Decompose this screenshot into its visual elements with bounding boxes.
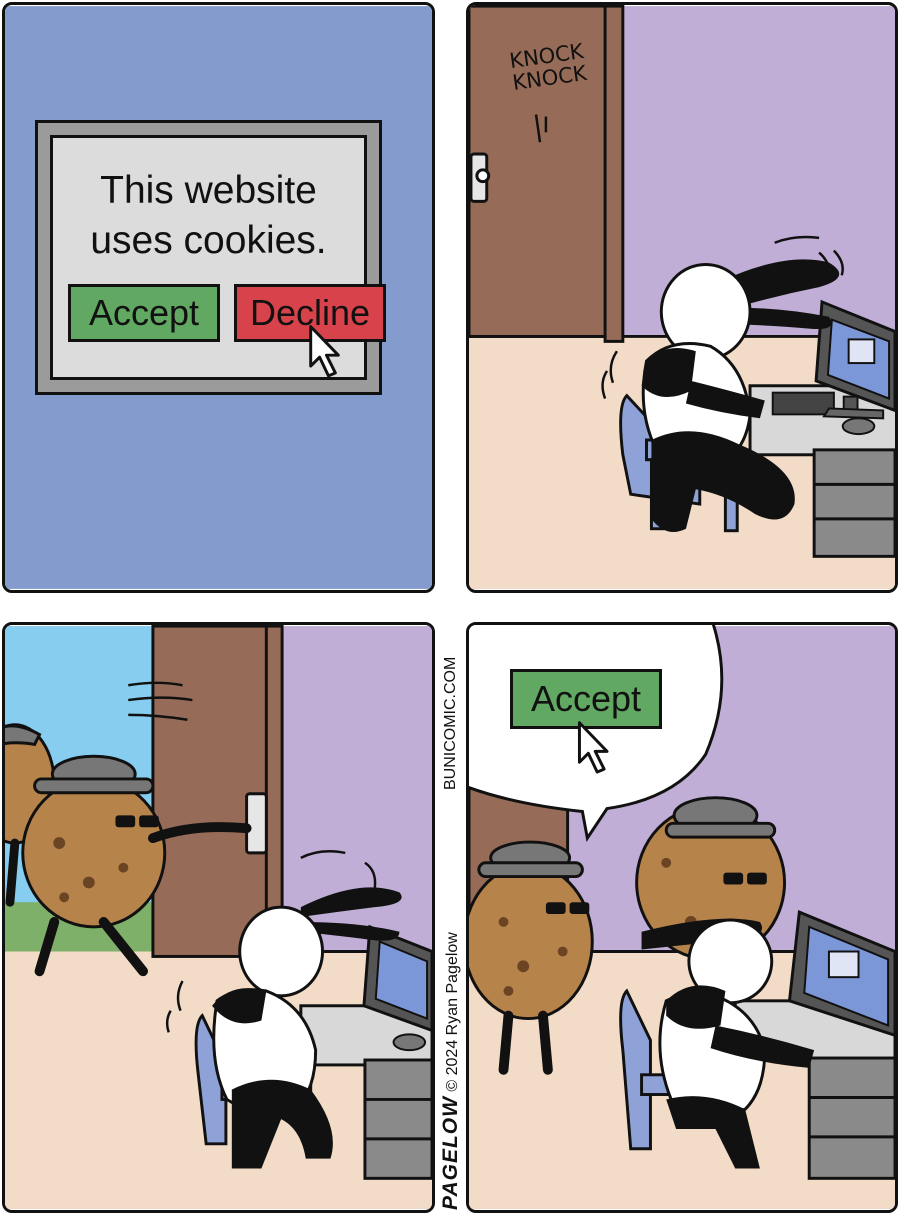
cookie-message: This website uses cookies. xyxy=(90,169,327,262)
panel-knock: KNOCK KNOCK xyxy=(466,2,898,593)
panel-forced-accept: Accept xyxy=(466,622,898,1213)
panel-cookies-enter xyxy=(2,622,435,1213)
cookie-dialog: This website uses cookies. Accept Declin… xyxy=(35,120,386,395)
panel2-scene xyxy=(469,5,895,589)
accept-button[interactable]: Accept xyxy=(68,284,220,342)
panel-cookie-popup: This website uses cookies. Accept Declin… xyxy=(2,2,435,593)
comic-credit: PAGELOW © 2024 Ryan Pagelow BUNICOMIC.CO… xyxy=(436,657,468,1210)
decline-button[interactable]: Decline xyxy=(234,284,386,342)
credit-copyright: © 2024 Ryan Pagelow xyxy=(444,932,461,1092)
credit-logo: PAGELOW xyxy=(439,1096,462,1210)
speech-accept-button[interactable]: Accept xyxy=(510,669,662,729)
cookie-dialog-body: This website uses cookies. Accept Declin… xyxy=(50,135,386,380)
panel3-scene xyxy=(5,625,432,1209)
credit-website: BUNICOMIC.COM xyxy=(442,656,459,790)
